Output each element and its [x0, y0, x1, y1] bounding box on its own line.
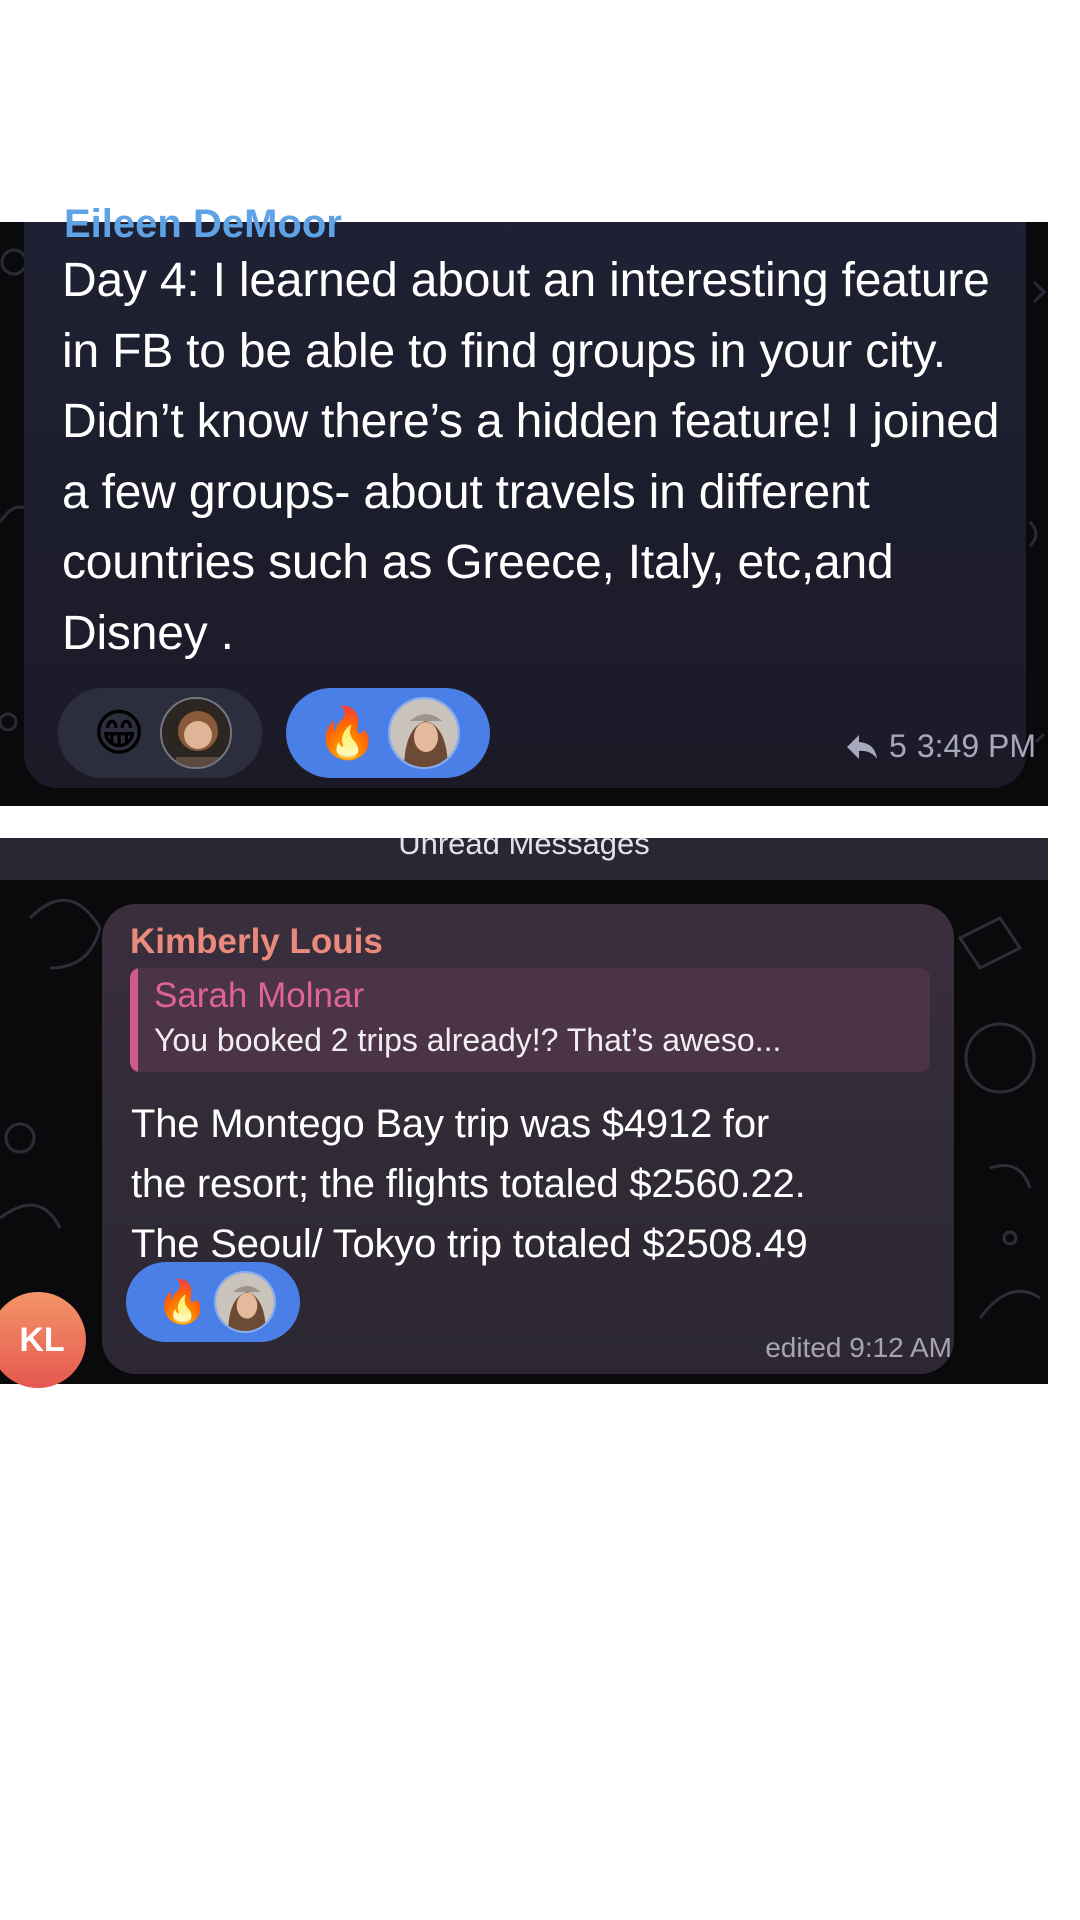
reply-count[interactable]: 5 [889, 728, 907, 765]
message-edited-time: edited 9:12 AM [765, 1332, 952, 1363]
message-line-2: the resort; the flights totaled $2560.22… [131, 1162, 806, 1206]
reply-snippet: You booked 2 trips already!? That’s awes… [154, 1022, 782, 1058]
message-text-day4: Day 4: I learned about an interesting fe… [62, 254, 1000, 660]
message-line-1: The Montego Bay trip was $4912 for [131, 1102, 770, 1146]
reply-quote[interactable]: Sarah Molnar You booked 2 trips already!… [130, 968, 930, 1072]
fire-icon: 🔥 [316, 705, 379, 761]
unread-divider: Unread Messages [0, 838, 1048, 880]
reaction-fire-2[interactable]: 🔥 [126, 1262, 300, 1342]
message-text-trips: The Montego Bay trip was $4912 for the r… [131, 1094, 931, 1274]
reply-accent-bar [130, 968, 138, 1072]
message-meta-top: 5 3:49 PM [845, 728, 1036, 765]
screenshot-page: Eileen DeMoor Day 4: I learned about an … [0, 0, 1080, 1920]
reactor-avatar-1 [160, 697, 232, 769]
grinning-face-icon: 😁 [92, 705, 146, 761]
sender-name-kimberly[interactable]: Kimberly Louis [130, 922, 383, 962]
reaction-fire[interactable]: 🔥 [286, 688, 490, 778]
fire-icon: 🔥 [156, 1278, 209, 1325]
sender-name-cut[interactable]: Eileen DeMoor [64, 204, 342, 244]
message-time: 3:49 PM [916, 728, 1036, 764]
reactor-avatar-2 [388, 697, 460, 769]
reactor-avatar-3 [214, 1271, 276, 1333]
reply-sender-name: Sarah Molnar [154, 976, 365, 1015]
avatar-initials: KL [19, 1321, 65, 1359]
reaction-grinning[interactable]: 😁 [58, 688, 262, 778]
unread-label: Unread Messages [398, 838, 650, 861]
reply-arrow-icon[interactable] [845, 733, 879, 761]
